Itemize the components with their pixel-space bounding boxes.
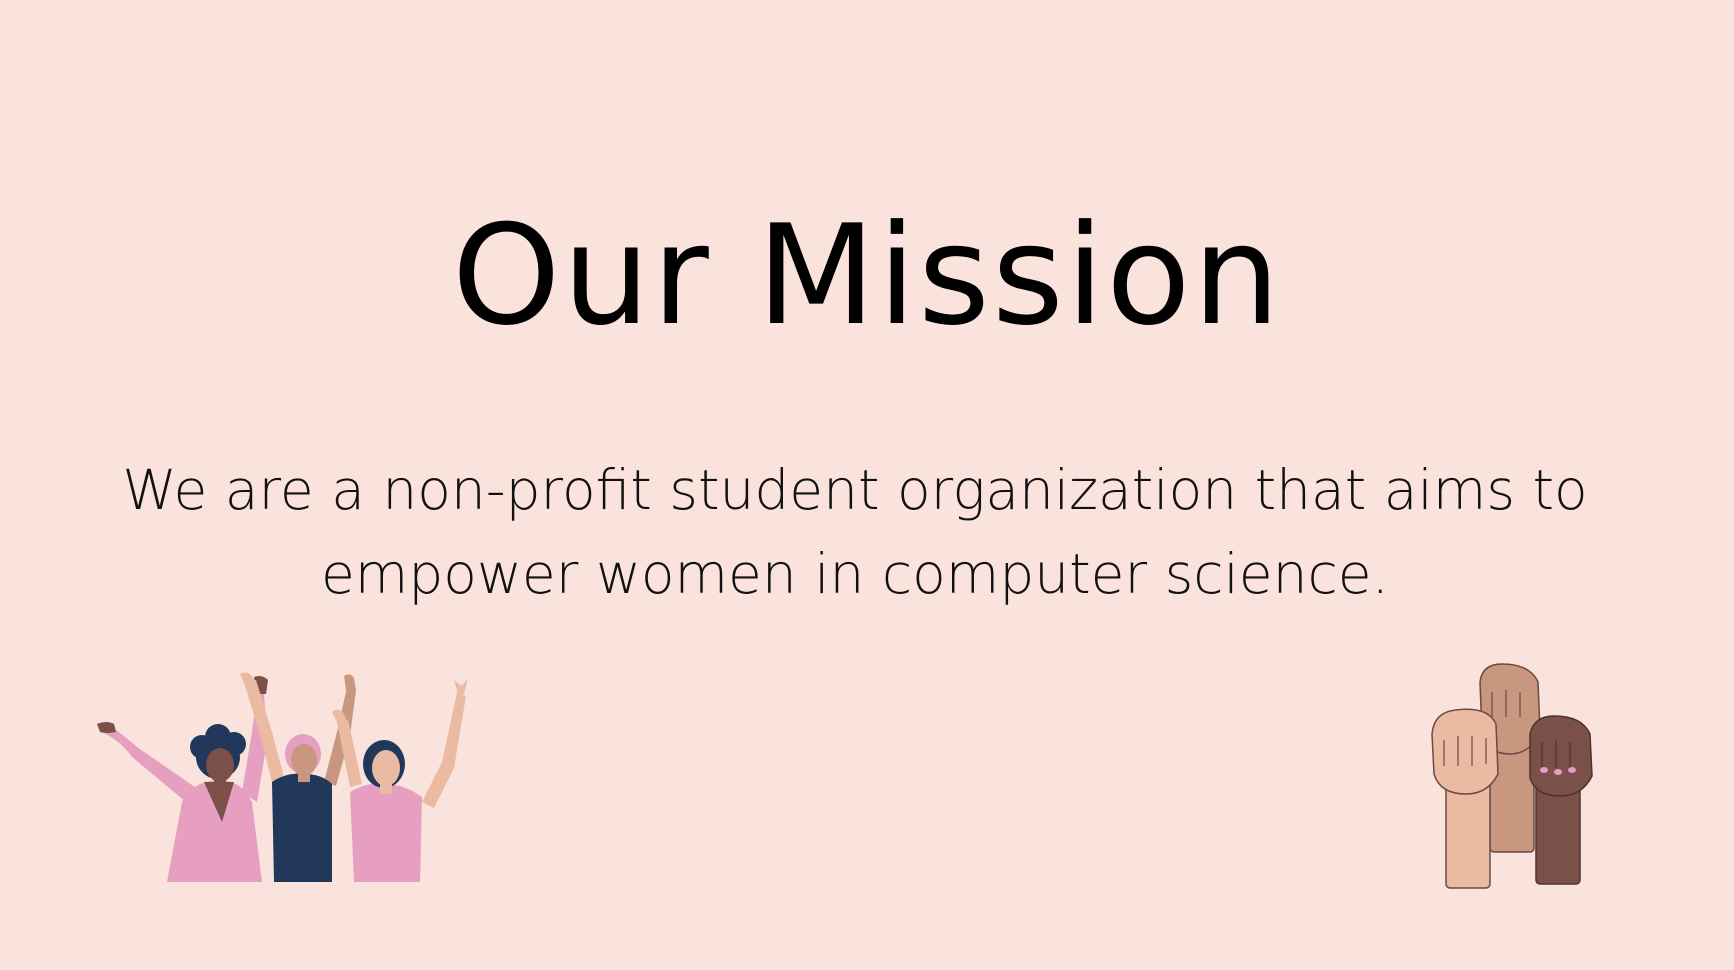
raised-fists-illustration — [1431, 663, 1593, 889]
mission-statement: We are a non-profit student organization… — [120, 448, 1590, 616]
celebrating-women-illustration — [97, 672, 468, 882]
mission-statement-line-2: empower women in computer science. — [320, 542, 1390, 606]
slide: Our Mission We are a non-profit student … — [0, 0, 1734, 970]
woman-1-figure — [97, 676, 268, 882]
mission-statement-line-1: We are a non-profit student organization… — [122, 458, 1588, 522]
slide-title: Our Mission — [451, 195, 1283, 356]
fist-dark-skin — [1529, 715, 1593, 885]
fist-light-skin — [1431, 708, 1499, 889]
